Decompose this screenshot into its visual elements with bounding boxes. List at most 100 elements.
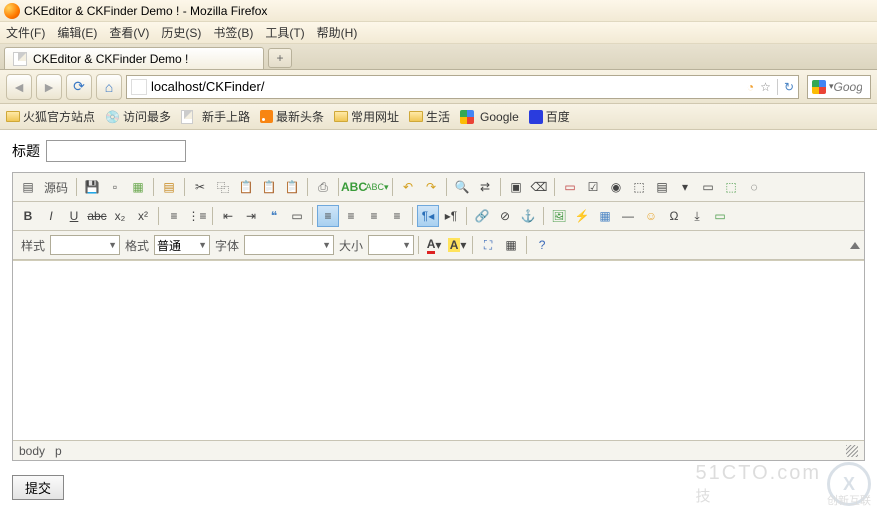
textcolor-button[interactable]: A▾	[423, 234, 445, 256]
form-button[interactable]: ▭	[559, 176, 581, 198]
bm-common-sites[interactable]: 常用网址	[334, 108, 399, 125]
anchor-button[interactable]: ⚓	[517, 205, 539, 227]
menu-view[interactable]: 查看(V)	[109, 24, 149, 41]
size-select[interactable]: ▼	[368, 235, 414, 255]
menu-tools[interactable]: 工具(T)	[265, 24, 304, 41]
preview-button[interactable]: ▦	[127, 176, 149, 198]
table-button[interactable]: ▦	[594, 205, 616, 227]
menu-bookmarks[interactable]: 书签(B)	[213, 24, 253, 41]
back-button[interactable]: ◄	[6, 74, 32, 100]
reload-icon[interactable]: ↻	[784, 80, 794, 94]
styles-select[interactable]: ▼	[50, 235, 120, 255]
div-button[interactable]: ▭	[286, 205, 308, 227]
url-bar[interactable]: ◔ ☆ ↻	[126, 75, 799, 99]
title-input[interactable]	[46, 140, 186, 162]
bgcolor-button[interactable]: A▾	[446, 234, 468, 256]
hr-button[interactable]: —	[617, 205, 639, 227]
outdent-button[interactable]: ⇤	[217, 205, 239, 227]
spellcheck-button[interactable]: ABC	[343, 176, 365, 198]
hidden-button[interactable]: ◌	[743, 176, 765, 198]
feed-icon[interactable]: ◔	[747, 80, 754, 94]
scayt-button[interactable]: ABC▾	[366, 176, 388, 198]
justifyright-button[interactable]: ≡	[363, 205, 385, 227]
numberedlist-button[interactable]: ≡	[163, 205, 185, 227]
reload-button[interactable]: ⟳	[66, 74, 92, 100]
bm-firefox-official[interactable]: 火狐官方站点	[6, 108, 95, 125]
toolbar-collapse-icon[interactable]	[850, 242, 860, 249]
iframe-button[interactable]: ▭	[709, 205, 731, 227]
blockquote-button[interactable]: ❝	[263, 205, 285, 227]
showblocks-button[interactable]: ▦	[500, 234, 522, 256]
submit-button[interactable]: 提交	[12, 475, 64, 500]
unlink-button[interactable]: ⊘	[494, 205, 516, 227]
textarea-button[interactable]: ▤	[651, 176, 673, 198]
editor-content-area[interactable]	[13, 260, 864, 440]
bm-google[interactable]: Google	[460, 110, 519, 124]
templates-button[interactable]: ▤	[158, 176, 180, 198]
print-button[interactable]: ⎙	[312, 176, 334, 198]
url-input[interactable]	[151, 79, 747, 94]
smiley-button[interactable]: ☺	[640, 205, 662, 227]
format-select[interactable]: 普通▼	[154, 235, 210, 255]
menu-help[interactable]: 帮助(H)	[317, 24, 358, 41]
bm-most-visited[interactable]: 💿访问最多	[105, 108, 171, 125]
link-button[interactable]: 🔗	[471, 205, 493, 227]
selectall-button[interactable]: ▣	[505, 176, 527, 198]
path-body[interactable]: body	[19, 444, 45, 458]
specialchar-button[interactable]: Ω	[663, 205, 685, 227]
ltr-button[interactable]: ¶◂	[417, 205, 439, 227]
paste-text-button[interactable]: 📋	[258, 176, 280, 198]
bm-baidu[interactable]: 百度	[529, 108, 570, 125]
font-select[interactable]: ▼	[244, 235, 334, 255]
redo-button[interactable]: ↷	[420, 176, 442, 198]
resize-grip[interactable]	[846, 445, 858, 457]
radio-button[interactable]: ◉	[605, 176, 627, 198]
bm-headlines[interactable]: 最新头条	[260, 108, 324, 125]
bm-getting-started[interactable]: 新手上路	[181, 108, 250, 125]
underline-button[interactable]: U	[63, 205, 85, 227]
forward-button[interactable]: ►	[36, 74, 62, 100]
strike-button[interactable]: abc	[86, 205, 108, 227]
flash-button[interactable]: ⚡	[571, 205, 593, 227]
imagebutton-button[interactable]: ⬚	[720, 176, 742, 198]
pagebreak-button[interactable]: ⤓	[686, 205, 708, 227]
newpage-button[interactable]: ▫	[104, 176, 126, 198]
paste-button[interactable]: 📋	[235, 176, 257, 198]
find-button[interactable]: 🔍	[451, 176, 473, 198]
button-button[interactable]: ▭	[697, 176, 719, 198]
path-p[interactable]: p	[55, 444, 62, 458]
superscript-button[interactable]: x²	[132, 205, 154, 227]
search-input[interactable]	[834, 80, 862, 94]
subscript-button[interactable]: x₂	[109, 205, 131, 227]
removeformat-button[interactable]: ⌫	[528, 176, 550, 198]
checkbox-button[interactable]: ☑	[582, 176, 604, 198]
menu-file[interactable]: 文件(F)	[6, 24, 45, 41]
about-button[interactable]: ?	[531, 234, 553, 256]
textfield-button[interactable]: ⬚	[628, 176, 650, 198]
copy-button[interactable]: ⿻	[212, 176, 234, 198]
indent-button[interactable]: ⇥	[240, 205, 262, 227]
new-tab-button[interactable]: +	[268, 48, 292, 68]
cut-button[interactable]: ✂	[189, 176, 211, 198]
bm-life[interactable]: 生活	[409, 108, 450, 125]
home-button[interactable]: ⌂	[96, 74, 122, 100]
undo-button[interactable]: ↶	[397, 176, 419, 198]
replace-button[interactable]: ⇄	[474, 176, 496, 198]
italic-button[interactable]: I	[40, 205, 62, 227]
bold-button[interactable]: B	[17, 205, 39, 227]
paste-word-button[interactable]: 📋	[281, 176, 303, 198]
source-button[interactable]: ▤	[17, 176, 39, 198]
maximize-button[interactable]: ⛶	[477, 234, 499, 256]
justifyblock-button[interactable]: ≡	[386, 205, 408, 227]
image-button[interactable]: 🖼	[548, 205, 570, 227]
menu-history[interactable]: 历史(S)	[161, 24, 201, 41]
search-box[interactable]: ▾	[807, 75, 871, 99]
select-button[interactable]: ▾	[674, 176, 696, 198]
tab-active[interactable]: CKEditor & CKFinder Demo !	[4, 47, 264, 69]
save-button[interactable]: 💾	[81, 176, 103, 198]
menu-edit[interactable]: 编辑(E)	[57, 24, 97, 41]
rtl-button[interactable]: ▸¶	[440, 205, 462, 227]
justifyleft-button[interactable]: ≡	[317, 205, 339, 227]
bulletedlist-button[interactable]: ⋮≡	[186, 205, 208, 227]
justifycenter-button[interactable]: ≡	[340, 205, 362, 227]
